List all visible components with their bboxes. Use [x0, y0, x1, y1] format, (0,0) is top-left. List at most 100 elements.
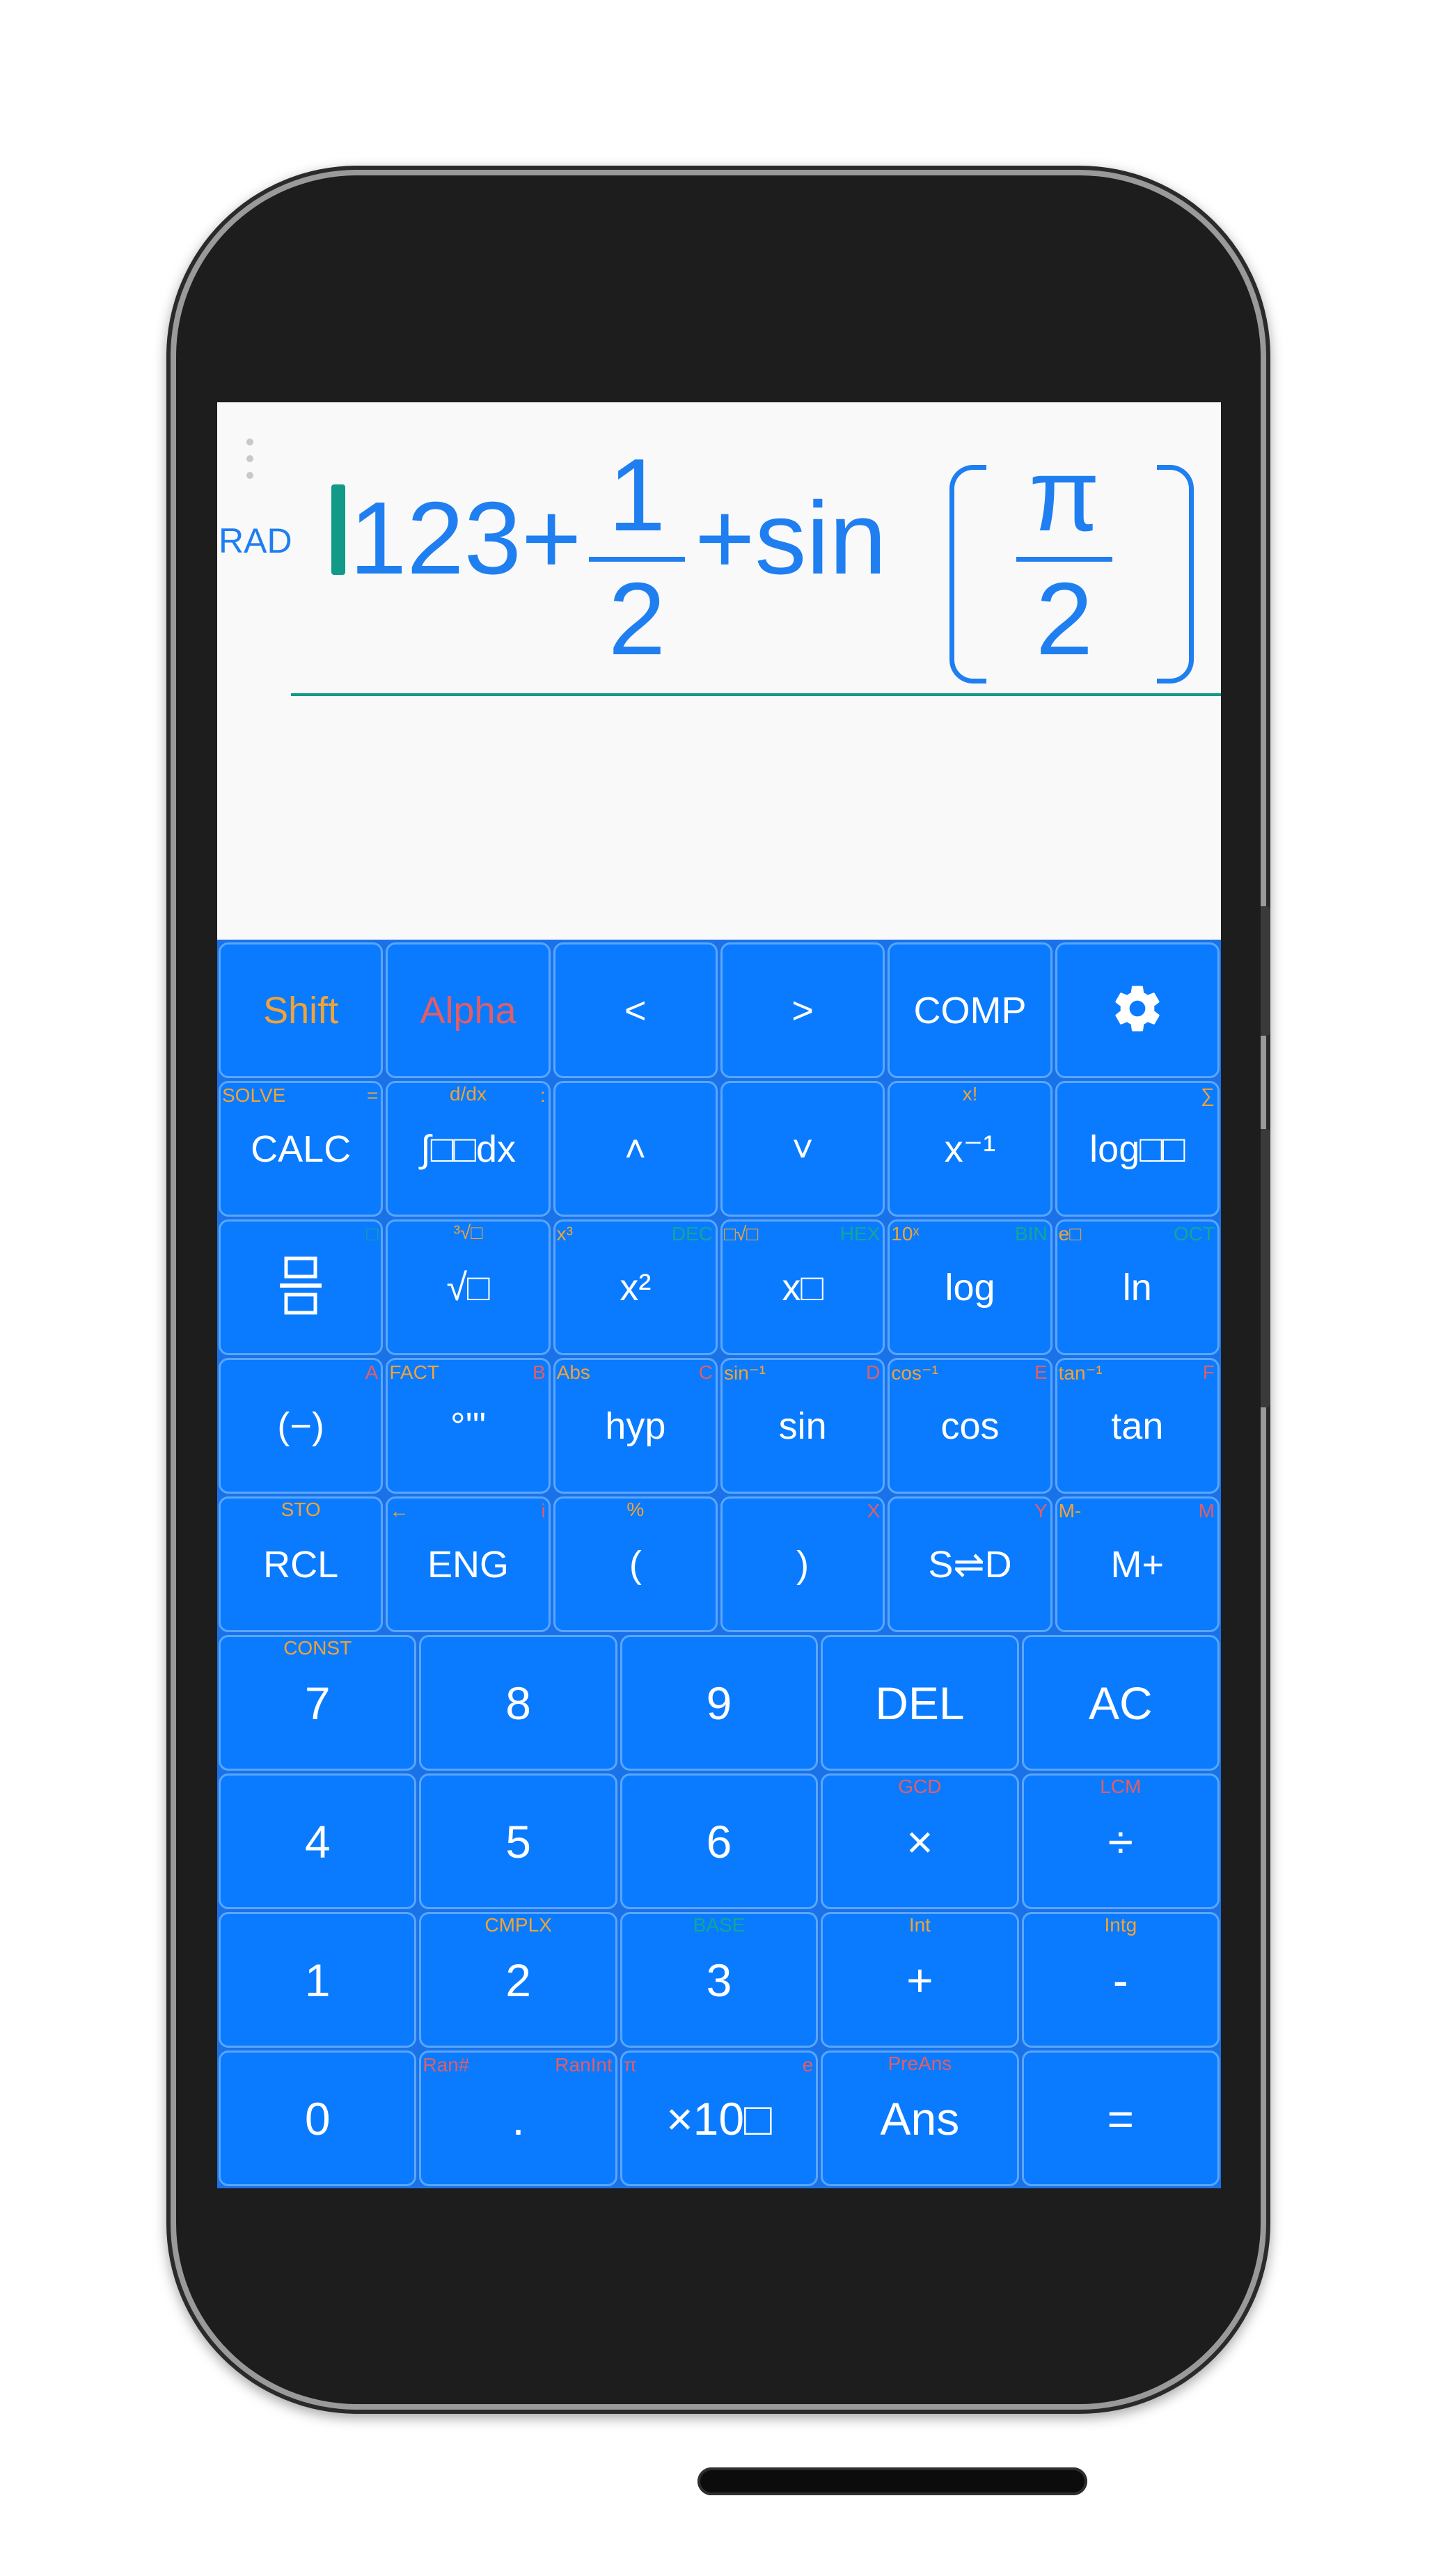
- digit-2-key-label: 2: [505, 1954, 531, 2006]
- delete-key[interactable]: DEL: [821, 1635, 1019, 1771]
- cursor-down-key-label: ˅: [791, 1128, 814, 1170]
- eng-key[interactable]: ENG ← i: [386, 1496, 551, 1632]
- exp10-key[interactable]: ×10□ π e: [620, 2050, 819, 2186]
- expression-function: +sin: [695, 481, 887, 596]
- input-underline: [291, 693, 1221, 696]
- digit-4-key[interactable]: 4: [219, 1773, 417, 1909]
- ans-key-top-center-label: PreAns: [888, 2053, 952, 2074]
- multiply-key-label: ×: [906, 1815, 933, 1867]
- alpha-key[interactable]: Alpha: [386, 942, 551, 1078]
- close-paren-key[interactable]: ) X: [720, 1496, 885, 1632]
- cos-key-top-right-label: E: [1034, 1361, 1048, 1383]
- tan-key-top-right-label: F: [1202, 1361, 1215, 1383]
- ln-key-label: ln: [1122, 1266, 1152, 1309]
- exp10-key-top-right-label: e: [802, 2054, 814, 2076]
- decimal-key-top-right-label: RanInt: [555, 2054, 613, 2076]
- digit-7-key[interactable]: 7 CONST: [219, 1635, 417, 1771]
- mode-comp-key[interactable]: COMP: [888, 942, 1052, 1078]
- digit-8-key[interactable]: 8: [419, 1635, 617, 1771]
- decimal-key-label: .: [512, 2092, 525, 2144]
- fraction-key[interactable]: □: [219, 1219, 384, 1355]
- minus-key[interactable]: - Intg: [1021, 1912, 1220, 2048]
- cursor-right-key-label: >: [791, 989, 814, 1032]
- s-d-key-label: S⇌D: [928, 1544, 1012, 1586]
- app-screen: RAD 123+ 1 2 +sin π 2 Shift Alpha < > COMP CA…: [217, 402, 1221, 2188]
- digit-0-key[interactable]: 0: [219, 2050, 417, 2186]
- expression-integer: 123+: [349, 481, 582, 596]
- m-plus-key[interactable]: M+ M- M: [1055, 1496, 1220, 1632]
- digit-5-key[interactable]: 5: [419, 1773, 617, 1909]
- settings-key[interactable]: [1055, 942, 1220, 1078]
- power-key-top-left-label: □√□: [724, 1223, 759, 1244]
- exp10-key-label: ×10□: [666, 2092, 772, 2144]
- degree-key[interactable]: °'" FACT B: [386, 1358, 551, 1494]
- tan-key[interactable]: tan tan⁻¹ F: [1055, 1358, 1220, 1494]
- fraction-2-denominator: 2: [1035, 562, 1094, 677]
- log-base-key-top-right-label: ∑: [1201, 1084, 1215, 1106]
- fraction-1-numerator: 1: [608, 438, 666, 553]
- gear-icon: [1110, 981, 1165, 1039]
- open-bracket: [949, 465, 986, 683]
- s-d-key[interactable]: S⇌D Y: [888, 1496, 1052, 1632]
- ln-key[interactable]: ln e□ OCT: [1055, 1219, 1220, 1355]
- equals-key[interactable]: =: [1021, 2050, 1220, 2186]
- cos-key[interactable]: cos cos⁻¹ E: [888, 1358, 1052, 1494]
- integral-key-label: ∫□□dx: [420, 1128, 517, 1170]
- decimal-key-top-left-label: Ran#: [423, 2054, 470, 2076]
- fraction-1: 1 2: [585, 438, 689, 671]
- cos-key-top-left-label: cos⁻¹: [891, 1362, 939, 1384]
- log-base-key[interactable]: log□□ ∑: [1055, 1081, 1220, 1217]
- tan-key-label: tan: [1111, 1405, 1164, 1447]
- negative-key[interactable]: (−) A: [219, 1358, 384, 1494]
- inverse-key-label: x⁻¹: [944, 1128, 996, 1170]
- digit-2-key[interactable]: 2 CMPLX: [419, 1912, 617, 2048]
- power-key[interactable]: x□ □√□ HEX: [720, 1219, 885, 1355]
- log-key[interactable]: log 10ˣ BIN: [888, 1219, 1052, 1355]
- hyp-key[interactable]: hyp Abs C: [553, 1358, 718, 1494]
- open-paren-key[interactable]: (%: [553, 1496, 718, 1632]
- integral-key-top-center-label: d/dx: [450, 1083, 487, 1105]
- all-clear-key-label: AC: [1088, 1677, 1153, 1729]
- inverse-key[interactable]: x⁻¹ x!: [888, 1081, 1052, 1217]
- bottom-speaker: [697, 2467, 1087, 2495]
- calc-key[interactable]: CALC SOLVE =: [219, 1081, 384, 1217]
- m-plus-key-label: M+: [1110, 1543, 1165, 1586]
- digit-9-key[interactable]: 9: [620, 1635, 819, 1771]
- open-paren-key-top-center-label: %: [626, 1499, 645, 1520]
- negative-key-top-right-label: A: [365, 1361, 379, 1383]
- digit-1-key[interactable]: 1: [219, 1912, 417, 2048]
- fraction-bar: [589, 557, 685, 562]
- digit-9-key-label: 9: [706, 1677, 732, 1729]
- fraction-bar: [1016, 557, 1112, 562]
- fraction-key-top-right-label: □: [366, 1223, 379, 1244]
- sqrt-key[interactable]: √□ ³√□: [386, 1219, 551, 1355]
- shift-key[interactable]: Shift: [219, 942, 384, 1078]
- integral-key[interactable]: ∫□□dx d/dx:: [386, 1081, 551, 1217]
- shift-key-label: Shift: [263, 989, 339, 1032]
- multiply-key[interactable]: × GCD: [821, 1773, 1019, 1909]
- log-base-key-label: log□□: [1089, 1128, 1185, 1170]
- cursor-down-key[interactable]: ˅: [720, 1081, 885, 1217]
- sqrt-key-label: √□: [446, 1266, 490, 1309]
- hyp-key-label: hyp: [605, 1405, 666, 1447]
- decimal-key[interactable]: . Ran# RanInt: [419, 2050, 617, 2186]
- divide-key-top-center-label: LCM: [1100, 1776, 1142, 1797]
- rcl-key[interactable]: RCL STO: [219, 1496, 384, 1632]
- digit-3-key[interactable]: 3 BASE: [620, 1912, 819, 2048]
- plus-key[interactable]: + Int: [821, 1912, 1019, 2048]
- calculator-display[interactable]: RAD 123+ 1 2 +sin π 2: [217, 402, 1221, 938]
- overflow-menu-icon[interactable]: [246, 438, 253, 489]
- cursor-right-key[interactable]: >: [720, 942, 885, 1078]
- square-key[interactable]: x² x³ DEC: [553, 1219, 718, 1355]
- digit-6-key[interactable]: 6: [620, 1773, 819, 1909]
- divide-key[interactable]: ÷ LCM: [1021, 1773, 1220, 1909]
- minus-key-top-center-label: Intg: [1104, 1914, 1137, 1936]
- digit-2-key-top-center-label: CMPLX: [484, 1914, 552, 1936]
- digit-6-key-label: 6: [706, 1815, 732, 1867]
- cursor-left-key[interactable]: <: [553, 942, 718, 1078]
- ans-key[interactable]: Ans PreAns: [821, 2050, 1019, 2186]
- cursor-up-key[interactable]: ˄: [553, 1081, 718, 1217]
- cos-key-label: cos: [940, 1405, 1000, 1447]
- sin-key[interactable]: sin sin⁻¹ D: [720, 1358, 885, 1494]
- all-clear-key[interactable]: AC: [1021, 1635, 1220, 1771]
